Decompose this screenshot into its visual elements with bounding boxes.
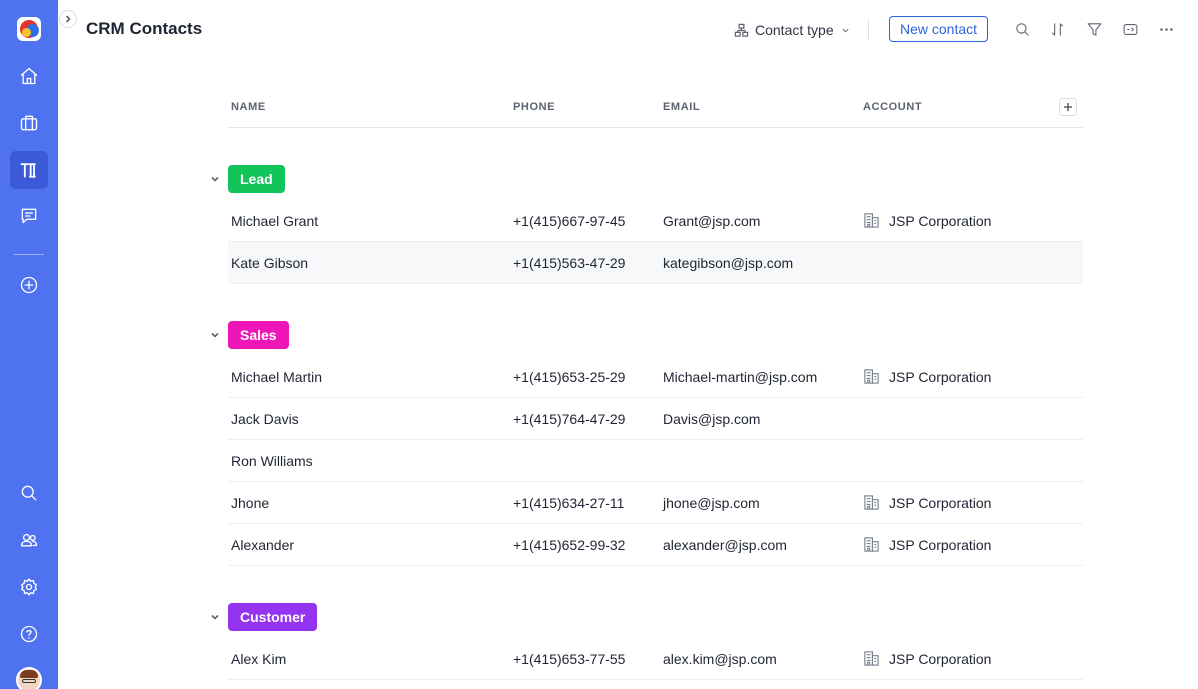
search-icon[interactable] xyxy=(1012,19,1032,39)
collapse-group-customer[interactable] xyxy=(209,610,221,622)
help-icon[interactable] xyxy=(10,615,48,653)
contact-phone: +1(415)652-99-32 xyxy=(513,536,626,553)
account-name: JSP Corporation xyxy=(889,212,992,229)
table-row[interactable]: Alexander +1(415)652-99-32 alexander@jsp… xyxy=(228,524,1083,566)
page-title: CRM Contacts xyxy=(86,19,203,38)
header-divider-line xyxy=(228,127,1083,128)
add-column-button[interactable] xyxy=(1059,98,1077,116)
building-icon xyxy=(864,369,879,384)
contact-account[interactable]: JSP Corporation xyxy=(863,200,991,241)
contact-name: Jhone xyxy=(231,494,270,511)
contact-name: Jack Davis xyxy=(231,410,299,427)
view-toggle-icon[interactable] xyxy=(1120,19,1140,39)
table-row[interactable]: Jack Davis +1(415)764-47-29 Davis@jsp.co… xyxy=(228,398,1083,440)
contact-name: Ron Williams xyxy=(231,452,313,469)
add-circle-icon[interactable] xyxy=(10,266,48,304)
plus-icon xyxy=(1064,103,1072,111)
table-row[interactable]: Ron Williams xyxy=(228,440,1083,482)
group-badge-sales: Sales xyxy=(228,321,289,349)
contact-name: Alex Kim xyxy=(231,650,287,667)
chevron-down-icon xyxy=(211,332,219,338)
contact-phone: +1(415)653-25-29 xyxy=(513,368,626,385)
chevron-down-icon xyxy=(842,28,849,33)
contact-phone: +1(415)634-27-11 xyxy=(513,494,625,511)
table-row[interactable]: Kate Gibson +1(415)563-47-29 kategibson@… xyxy=(228,242,1083,284)
sidebar-divider xyxy=(14,254,44,255)
users-icon[interactable] xyxy=(10,521,48,559)
contact-name: Alexander xyxy=(231,536,295,553)
contact-name: Kate Gibson xyxy=(231,254,309,271)
search-icon[interactable] xyxy=(10,474,48,512)
collapse-group-sales[interactable] xyxy=(209,328,221,340)
contact-email: Grant@jsp.com xyxy=(663,212,761,229)
table-row[interactable]: Alex Kim +1(415)653-77-55 alex.kim@jsp.c… xyxy=(228,638,1083,680)
contact-email: kategibson@jsp.com xyxy=(663,254,794,271)
sort-icon[interactable] xyxy=(1047,19,1067,39)
contact-email: jhone@jsp.com xyxy=(663,494,760,511)
collapse-group-lead[interactable] xyxy=(209,172,221,184)
briefcase-icon[interactable] xyxy=(10,104,48,142)
chevron-right-icon xyxy=(65,15,71,23)
table-row[interactable]: Jhone +1(415)634-27-11 jhone@jsp.com JSP… xyxy=(228,482,1083,524)
chat-icon[interactable] xyxy=(10,197,48,235)
more-icon[interactable] xyxy=(1156,19,1176,39)
building-icon xyxy=(864,213,879,228)
contact-email: alex.kim@jsp.com xyxy=(663,650,777,667)
avatar[interactable] xyxy=(16,667,42,689)
contact-phone: +1(415)667-97-45 xyxy=(513,212,626,229)
filter-icon[interactable] xyxy=(1084,19,1104,39)
contact-name: Michael Grant xyxy=(231,212,319,229)
contact-phone: +1(415)764-47-29 xyxy=(513,410,626,427)
account-name: JSP Corporation xyxy=(889,494,992,511)
account-name: JSP Corporation xyxy=(889,536,992,553)
building-icon xyxy=(864,495,879,510)
contact-email: Davis@jsp.com xyxy=(663,410,761,427)
header-divider xyxy=(868,18,869,40)
app-logo[interactable] xyxy=(17,17,41,41)
contact-account[interactable]: JSP Corporation xyxy=(863,356,991,397)
group-badge-lead: Lead xyxy=(228,165,285,193)
table-row[interactable]: Michael Grant +1(415)667-97-45 Grant@jsp… xyxy=(228,200,1083,242)
group-badge-customer: Customer xyxy=(228,603,318,631)
grouping-icon xyxy=(734,23,749,37)
contact-account[interactable]: JSP Corporation xyxy=(863,524,991,565)
group-by-label: Contact type xyxy=(755,22,834,38)
contact-name: Michael Martin xyxy=(231,368,323,385)
column-header-name[interactable]: NAME xyxy=(231,101,266,113)
collapse-sidebar-button[interactable] xyxy=(59,10,77,28)
building-icon xyxy=(864,651,879,666)
chevron-down-icon xyxy=(211,614,219,620)
account-name: JSP Corporation xyxy=(889,650,992,667)
contact-phone: +1(415)653-77-55 xyxy=(513,650,626,667)
table-row[interactable]: Michael Martin +1(415)653-25-29 Michael-… xyxy=(228,356,1083,398)
account-name: JSP Corporation xyxy=(889,368,992,385)
contact-email: Michael-martin@jsp.com xyxy=(663,368,818,385)
new-contact-button[interactable]: New contact xyxy=(889,16,988,42)
chevron-down-icon xyxy=(211,176,219,182)
sidebar xyxy=(0,0,58,689)
home-icon[interactable] xyxy=(10,57,48,95)
contact-email: alexander@jsp.com xyxy=(663,536,787,553)
crm-app-icon[interactable] xyxy=(10,151,48,189)
column-header-phone[interactable]: PHONE xyxy=(513,101,555,113)
group-by-dropdown[interactable]: Contact type xyxy=(734,20,851,40)
column-header-account[interactable]: ACCOUNT xyxy=(863,101,922,113)
settings-icon[interactable] xyxy=(10,568,48,606)
contact-account[interactable]: JSP Corporation xyxy=(863,638,991,679)
column-header-email[interactable]: EMAIL xyxy=(663,101,700,113)
contact-account[interactable]: JSP Corporation xyxy=(863,482,991,523)
contact-phone: +1(415)563-47-29 xyxy=(513,254,626,271)
building-icon xyxy=(864,537,879,552)
